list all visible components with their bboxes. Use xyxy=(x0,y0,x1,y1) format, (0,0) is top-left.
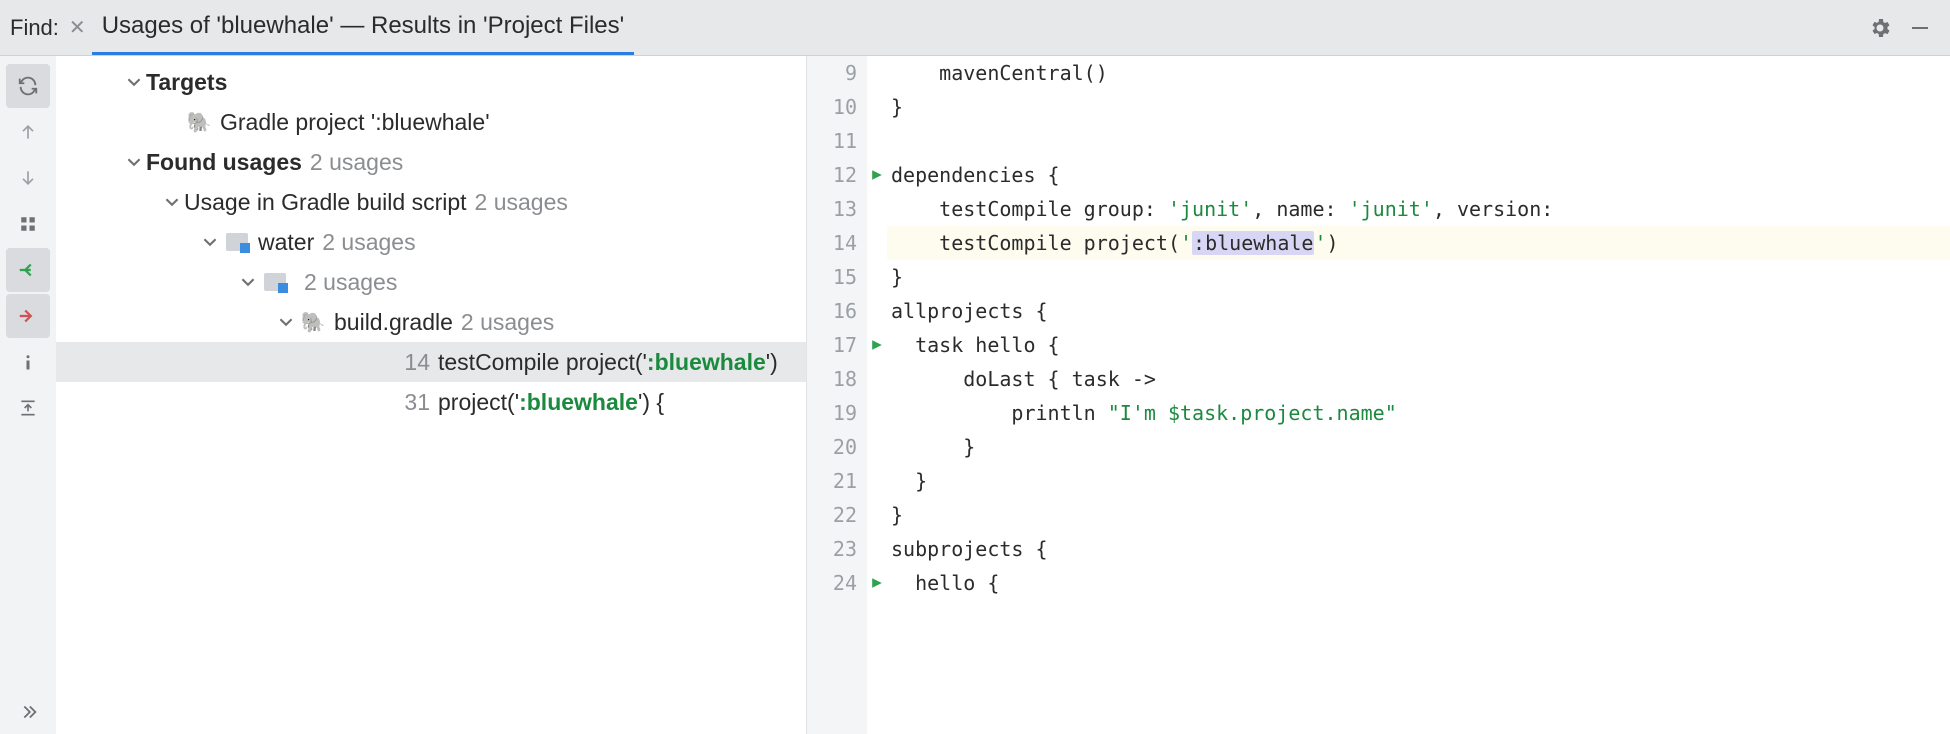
editor-code[interactable]: mavenCentral()}dependencies { testCompil… xyxy=(887,56,1950,734)
chevron-down-icon xyxy=(122,155,146,169)
editor-gutter: 9101112131415161718192021222324 xyxy=(807,56,867,734)
more-icon[interactable] xyxy=(6,690,50,734)
find-header: Find: ✕ Usages of 'bluewhale' — Results … xyxy=(0,0,1950,56)
usage-hit[interactable]: 31 project(':bluewhale') { xyxy=(56,382,806,422)
usage-group-label: Usage in Gradle build script xyxy=(184,189,467,216)
file-count: 2 usages xyxy=(461,309,554,336)
folder-node[interactable]: water 2 usages xyxy=(56,222,806,262)
import-icon[interactable] xyxy=(6,248,50,292)
next-occurrence-icon[interactable] xyxy=(6,156,50,200)
hit-line-number: 14 xyxy=(382,349,430,376)
gradle-icon: 🐘 xyxy=(184,110,214,135)
find-tab[interactable]: Usages of 'bluewhale' — Results in 'Proj… xyxy=(92,0,635,55)
usage-hit[interactable]: 14 testCompile project(':bluewhale') xyxy=(56,342,806,382)
chevron-down-icon xyxy=(274,315,298,329)
gradle-project-label: Gradle project ':bluewhale' xyxy=(220,109,490,136)
folder-node[interactable]: 2 usages xyxy=(56,262,806,302)
file-label: build.gradle xyxy=(334,309,453,336)
prev-occurrence-icon[interactable] xyxy=(6,110,50,154)
gradle-icon: 🐘 xyxy=(298,310,328,335)
run-gutter xyxy=(867,56,887,734)
info-icon[interactable] xyxy=(6,340,50,384)
minimize-icon[interactable] xyxy=(1900,8,1940,48)
file-node[interactable]: 🐘 build.gradle 2 usages xyxy=(56,302,806,342)
usage-group-node[interactable]: Usage in Gradle build script 2 usages xyxy=(56,182,806,222)
hit-line-number: 31 xyxy=(382,389,430,416)
close-tab-icon[interactable]: ✕ xyxy=(69,15,86,40)
folder-label: water xyxy=(258,229,314,256)
chevron-down-icon xyxy=(236,275,260,289)
chevron-down-icon xyxy=(160,195,184,209)
found-usages-count: 2 usages xyxy=(310,149,403,176)
usages-tree: Targets 🐘 Gradle project ':bluewhale' Fo… xyxy=(56,56,806,734)
find-label: Find: xyxy=(10,15,59,41)
chevron-down-icon xyxy=(198,235,222,249)
rerun-icon[interactable] xyxy=(6,64,50,108)
folder-icon xyxy=(222,233,252,251)
gradle-project-node[interactable]: 🐘 Gradle project ':bluewhale' xyxy=(56,102,806,142)
hit-text: testCompile project(':bluewhale') xyxy=(438,349,778,376)
folder-count: 2 usages xyxy=(322,229,415,256)
targets-node[interactable]: Targets xyxy=(56,62,806,102)
find-toolbar xyxy=(0,56,56,734)
group-by-icon[interactable] xyxy=(6,202,50,246)
folder-icon xyxy=(260,273,290,291)
found-usages-label: Found usages xyxy=(146,149,302,176)
hit-text: project(':bluewhale') { xyxy=(438,389,664,416)
expand-all-icon[interactable] xyxy=(6,386,50,430)
find-tab-title: Usages of 'bluewhale' — Results in 'Proj… xyxy=(102,12,625,40)
chevron-down-icon xyxy=(122,75,146,89)
targets-label: Targets xyxy=(146,69,227,96)
found-usages-node[interactable]: Found usages 2 usages xyxy=(56,142,806,182)
export-icon[interactable] xyxy=(6,294,50,338)
gear-icon[interactable] xyxy=(1860,8,1900,48)
folder-count: 2 usages xyxy=(304,269,397,296)
usage-group-count: 2 usages xyxy=(475,189,568,216)
preview-editor: 9101112131415161718192021222324 mavenCen… xyxy=(806,56,1950,734)
